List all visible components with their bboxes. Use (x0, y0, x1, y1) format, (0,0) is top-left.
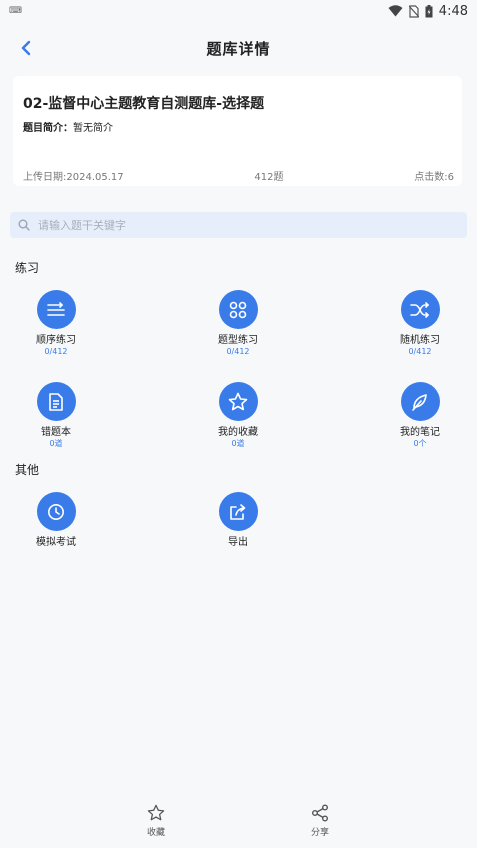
status-bar: ⌨ 4:48 (0, 0, 477, 22)
intro-value: 暂无简介 (73, 123, 113, 134)
list-icon (36, 290, 76, 329)
bank-info-card: 02-监督中心主题教育自测题库-选择题 题目简介：暂无简介 上传日期:2024.… (13, 76, 462, 186)
bank-title: 02-监督中心主题教育自测题库-选择题 (23, 96, 265, 112)
header: 题库详情 (0, 28, 477, 68)
grid-icon (218, 290, 258, 329)
random-practice-count: 0/412 (408, 347, 432, 356)
type-practice-label: 题型练习 (218, 335, 258, 346)
favorite-button[interactable]: 收藏 (126, 804, 186, 838)
battery-icon (425, 4, 433, 17)
clock-icon (36, 492, 76, 531)
my-favorites-button[interactable]: 我的收藏 0道 (188, 382, 288, 449)
random-practice-label: 随机练习 (400, 335, 440, 346)
search-input[interactable] (38, 218, 438, 232)
sequential-practice-button[interactable]: 顺序练习 0/412 (6, 290, 106, 357)
my-notes-count: 0个 (413, 439, 427, 448)
sequential-practice-count: 0/412 (44, 347, 68, 356)
wrong-questions-count: 0道 (49, 439, 63, 448)
question-count: 412题 (254, 172, 284, 183)
keyboard-indicator-icon: ⌨ (9, 6, 22, 16)
practice-section-title: 练习 (15, 261, 40, 275)
wrong-questions-label: 错题本 (41, 427, 71, 438)
mock-exam-button[interactable]: 模拟考试 (6, 492, 106, 548)
search-bar[interactable] (10, 212, 467, 238)
bank-meta-row: 上传日期:2024.05.17 412题 点击数:6 (23, 168, 454, 183)
status-icons: 4:48 (388, 4, 468, 19)
bottom-action-bar: 收藏 分享 (0, 796, 477, 848)
bank-intro: 题目简介：暂无简介 (23, 119, 113, 134)
my-notes-label: 我的笔记 (400, 427, 440, 438)
wifi-icon (388, 5, 403, 17)
type-practice-count: 0/412 (226, 347, 250, 356)
back-button[interactable] (14, 36, 38, 60)
my-favorites-label: 我的收藏 (218, 427, 258, 438)
shuffle-icon (400, 290, 440, 329)
intro-label: 题目简介： (23, 123, 73, 134)
other-section-title: 其他 (15, 463, 40, 477)
share-button[interactable]: 分享 (290, 804, 350, 838)
my-favorites-count: 0道 (231, 439, 245, 448)
chevron-left-icon (21, 40, 31, 56)
export-label: 导出 (228, 537, 248, 548)
page-title: 题库详情 (206, 39, 271, 58)
random-practice-button[interactable]: 随机练习 0/412 (370, 290, 470, 357)
notebook-icon (36, 382, 76, 421)
pen-icon (400, 382, 440, 421)
my-notes-button[interactable]: 我的笔记 0个 (370, 382, 470, 449)
type-practice-button[interactable]: 题型练习 0/412 (188, 290, 288, 357)
star-icon (218, 382, 258, 421)
sequential-practice-label: 顺序练习 (36, 335, 76, 346)
star-outline-icon (147, 804, 165, 821)
export-icon (218, 492, 258, 531)
share-icon (312, 804, 328, 822)
mock-exam-label: 模拟考试 (36, 537, 76, 548)
export-button[interactable]: 导出 (188, 492, 288, 548)
wrong-questions-button[interactable]: 错题本 0道 (6, 382, 106, 449)
clock-time: 4:48 (438, 3, 468, 19)
click-count: 点击数:6 (414, 172, 454, 183)
favorite-label: 收藏 (146, 828, 165, 838)
search-icon (18, 219, 30, 231)
upload-date: 上传日期:2024.05.17 (23, 172, 124, 183)
no-sim-icon (408, 4, 419, 18)
share-label: 分享 (310, 828, 329, 838)
